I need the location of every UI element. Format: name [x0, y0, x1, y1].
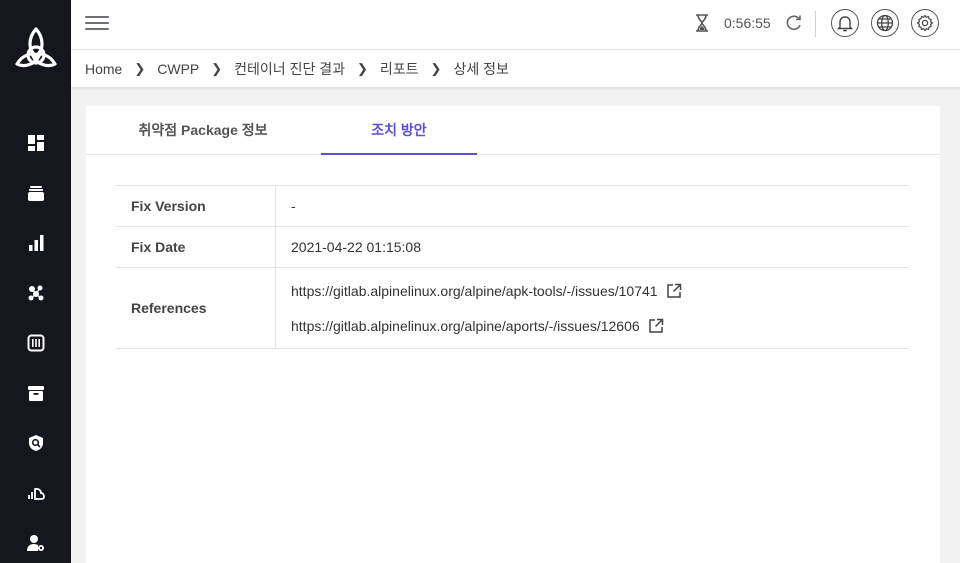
reference-link[interactable]: https://gitlab.alpinelinux.org/alpine/ap… — [291, 318, 640, 334]
chevron-right-icon: ❯ — [134, 60, 146, 76]
bell-icon — [836, 16, 854, 32]
header-divider — [815, 11, 816, 37]
fix-date-value: 2021-04-22 01:15:08 — [275, 226, 909, 268]
fix-version-value: - — [275, 185, 909, 227]
chevron-right-icon: ❯ — [211, 60, 223, 76]
references-label: References — [116, 267, 276, 349]
fix-date-label: Fix Date — [116, 226, 276, 268]
breadcrumb-report[interactable]: 리포트 — [380, 59, 419, 79]
tab-bar: 취약점 Package 정보 조치 방안 — [86, 106, 940, 155]
sidebar-item-archive[interactable] — [22, 379, 50, 407]
reference-link[interactable]: https://gitlab.alpinelinux.org/alpine/ap… — [291, 283, 658, 299]
table-row: References https://gitlab.alpinelinux.or… — [116, 267, 909, 349]
tab-remediation[interactable]: 조치 방안 — [321, 106, 477, 155]
network-icon — [28, 285, 44, 301]
layers-icon — [28, 186, 44, 201]
cloud-icon — [28, 487, 45, 500]
language-button[interactable] — [871, 9, 899, 37]
archive-icon — [28, 386, 44, 401]
chevron-right-icon: ❯ — [357, 60, 368, 76]
chevron-right-icon: ❯ — [430, 60, 442, 76]
shield-search-icon — [29, 435, 43, 451]
remediation-table: Fix Version - Fix Date 2021-04-22 01:15:… — [116, 185, 909, 349]
breadcrumb-detail: 상세 정보 — [453, 60, 509, 77]
tab-vulnerable-package[interactable]: 취약점 Package 정보 — [125, 106, 281, 153]
top-header: 0:56:55 — [71, 0, 960, 50]
sidebar-item-dashboard[interactable] — [22, 129, 50, 157]
references-value: https://gitlab.alpinelinux.org/alpine/ap… — [275, 267, 909, 349]
bar-chart-icon — [29, 235, 44, 251]
settings-button[interactable] — [911, 9, 939, 37]
notifications-button[interactable] — [831, 9, 859, 37]
external-link-icon[interactable] — [666, 283, 682, 299]
external-link-icon[interactable] — [648, 318, 664, 334]
registry-icon — [27, 334, 45, 352]
detail-card: 취약점 Package 정보 조치 방안 Fix Version - Fix D… — [86, 106, 940, 563]
table-row: Fix Date 2021-04-22 01:15:08 — [116, 226, 909, 268]
breadcrumb: Home ❯ CWPP ❯ 컨테이너 진단 결과 ❯ 리포트 ❯ 상세 정보 — [71, 50, 960, 87]
sidebar-item-cloud[interactable] — [22, 479, 50, 507]
sidebar-item-network[interactable] — [22, 279, 50, 307]
table-row: Fix Version - — [116, 185, 909, 227]
sidebar-item-layers[interactable] — [22, 179, 50, 207]
dashboard-icon — [28, 135, 44, 151]
gear-icon — [916, 14, 934, 32]
refresh-icon[interactable] — [785, 14, 803, 32]
sidebar-item-registry[interactable] — [22, 329, 50, 357]
fix-version-label: Fix Version — [116, 185, 276, 227]
sidebar-item-statistics[interactable] — [22, 229, 50, 257]
session-timer: 0:56:55 — [724, 15, 771, 31]
triquetra-logo[interactable] — [13, 26, 59, 72]
breadcrumb-home[interactable]: Home — [85, 61, 122, 77]
sidebar — [0, 0, 71, 563]
reference-item: https://gitlab.alpinelinux.org/alpine/ap… — [291, 273, 908, 308]
globe-icon — [876, 14, 894, 32]
user-settings-icon — [27, 535, 44, 551]
breadcrumb-cwpp[interactable]: CWPP — [157, 61, 199, 77]
hourglass-icon — [696, 14, 708, 32]
sidebar-item-user-settings[interactable] — [22, 529, 50, 557]
menu-icon[interactable] — [85, 13, 109, 35]
sidebar-item-security[interactable] — [22, 429, 50, 457]
reference-item: https://gitlab.alpinelinux.org/alpine/ap… — [291, 308, 908, 343]
breadcrumb-container-results[interactable]: 컨테이너 진단 결과 — [234, 59, 345, 79]
